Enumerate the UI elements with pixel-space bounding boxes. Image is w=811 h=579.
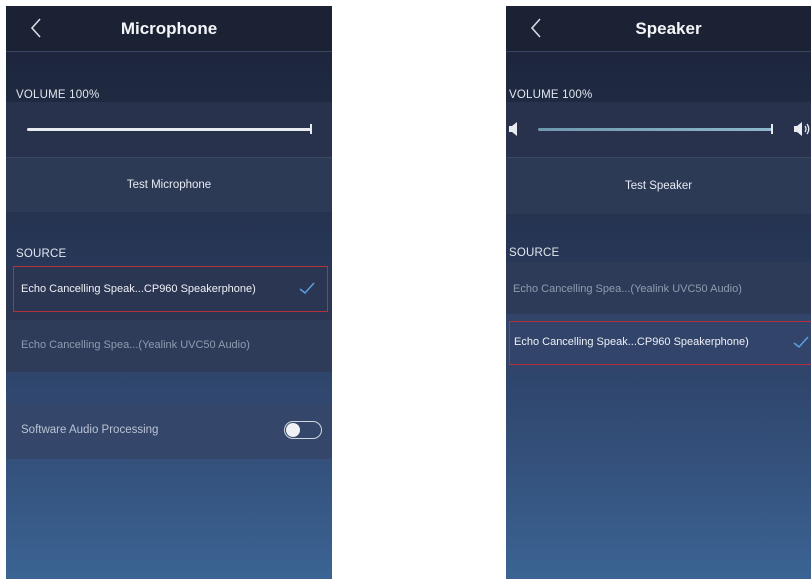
volume-slider[interactable] (538, 128, 773, 131)
speaker-high-icon[interactable] (793, 122, 811, 136)
volume-slider[interactable] (27, 128, 312, 131)
header: Microphone (6, 6, 332, 52)
checkmark-icon (299, 282, 315, 295)
speaker-screen: Speaker VOLUME 100% Test Speaker SOURCE … (506, 6, 811, 579)
source-label: SOURCE (509, 247, 560, 259)
toggle-knob (286, 423, 300, 437)
source-item-uvc50[interactable]: Echo Cancelling Spea...(Yealink UVC50 Au… (506, 262, 811, 314)
source-label: SOURCE (16, 248, 67, 260)
source-item-label: Echo Cancelling Spea...(Yealink UVC50 Au… (513, 283, 742, 295)
test-speaker-button[interactable]: Test Speaker (506, 157, 811, 214)
volume-label: VOLUME 100% (509, 89, 593, 101)
header: Speaker (506, 6, 811, 52)
software-audio-processing-toggle[interactable] (284, 421, 322, 439)
software-audio-processing-row: Software Audio Processing (6, 403, 332, 459)
checkmark-icon (793, 336, 809, 349)
source-item-label: Echo Cancelling Speak...CP960 Speakerpho… (21, 283, 256, 295)
volume-slider-handle[interactable] (310, 124, 312, 134)
source-item-label: Echo Cancelling Spea...(Yealink UVC50 Au… (21, 339, 250, 351)
test-microphone-button[interactable]: Test Microphone (6, 157, 332, 212)
speaker-low-icon[interactable] (508, 122, 520, 136)
source-item-uvc50[interactable]: Echo Cancelling Spea...(Yealink UVC50 Au… (6, 320, 332, 372)
source-item-cp960[interactable]: Echo Cancelling Speak...CP960 Speakerpho… (6, 266, 332, 320)
microphone-screen: Microphone VOLUME 100% Test Microphone S… (6, 6, 332, 579)
software-audio-processing-label: Software Audio Processing (21, 424, 159, 436)
page-title: Microphone (120, 19, 218, 38)
volume-slider-handle[interactable] (771, 124, 773, 134)
source-item-label: Echo Cancelling Speak...CP960 Speakerpho… (514, 336, 749, 348)
source-item-cp960[interactable]: Echo Cancelling Speak...CP960 Speakerpho… (506, 314, 811, 370)
volume-slider-row (6, 102, 332, 157)
volume-label: VOLUME 100% (16, 89, 100, 101)
page-title: Speaker (635, 19, 702, 38)
volume-slider-row (506, 102, 811, 157)
